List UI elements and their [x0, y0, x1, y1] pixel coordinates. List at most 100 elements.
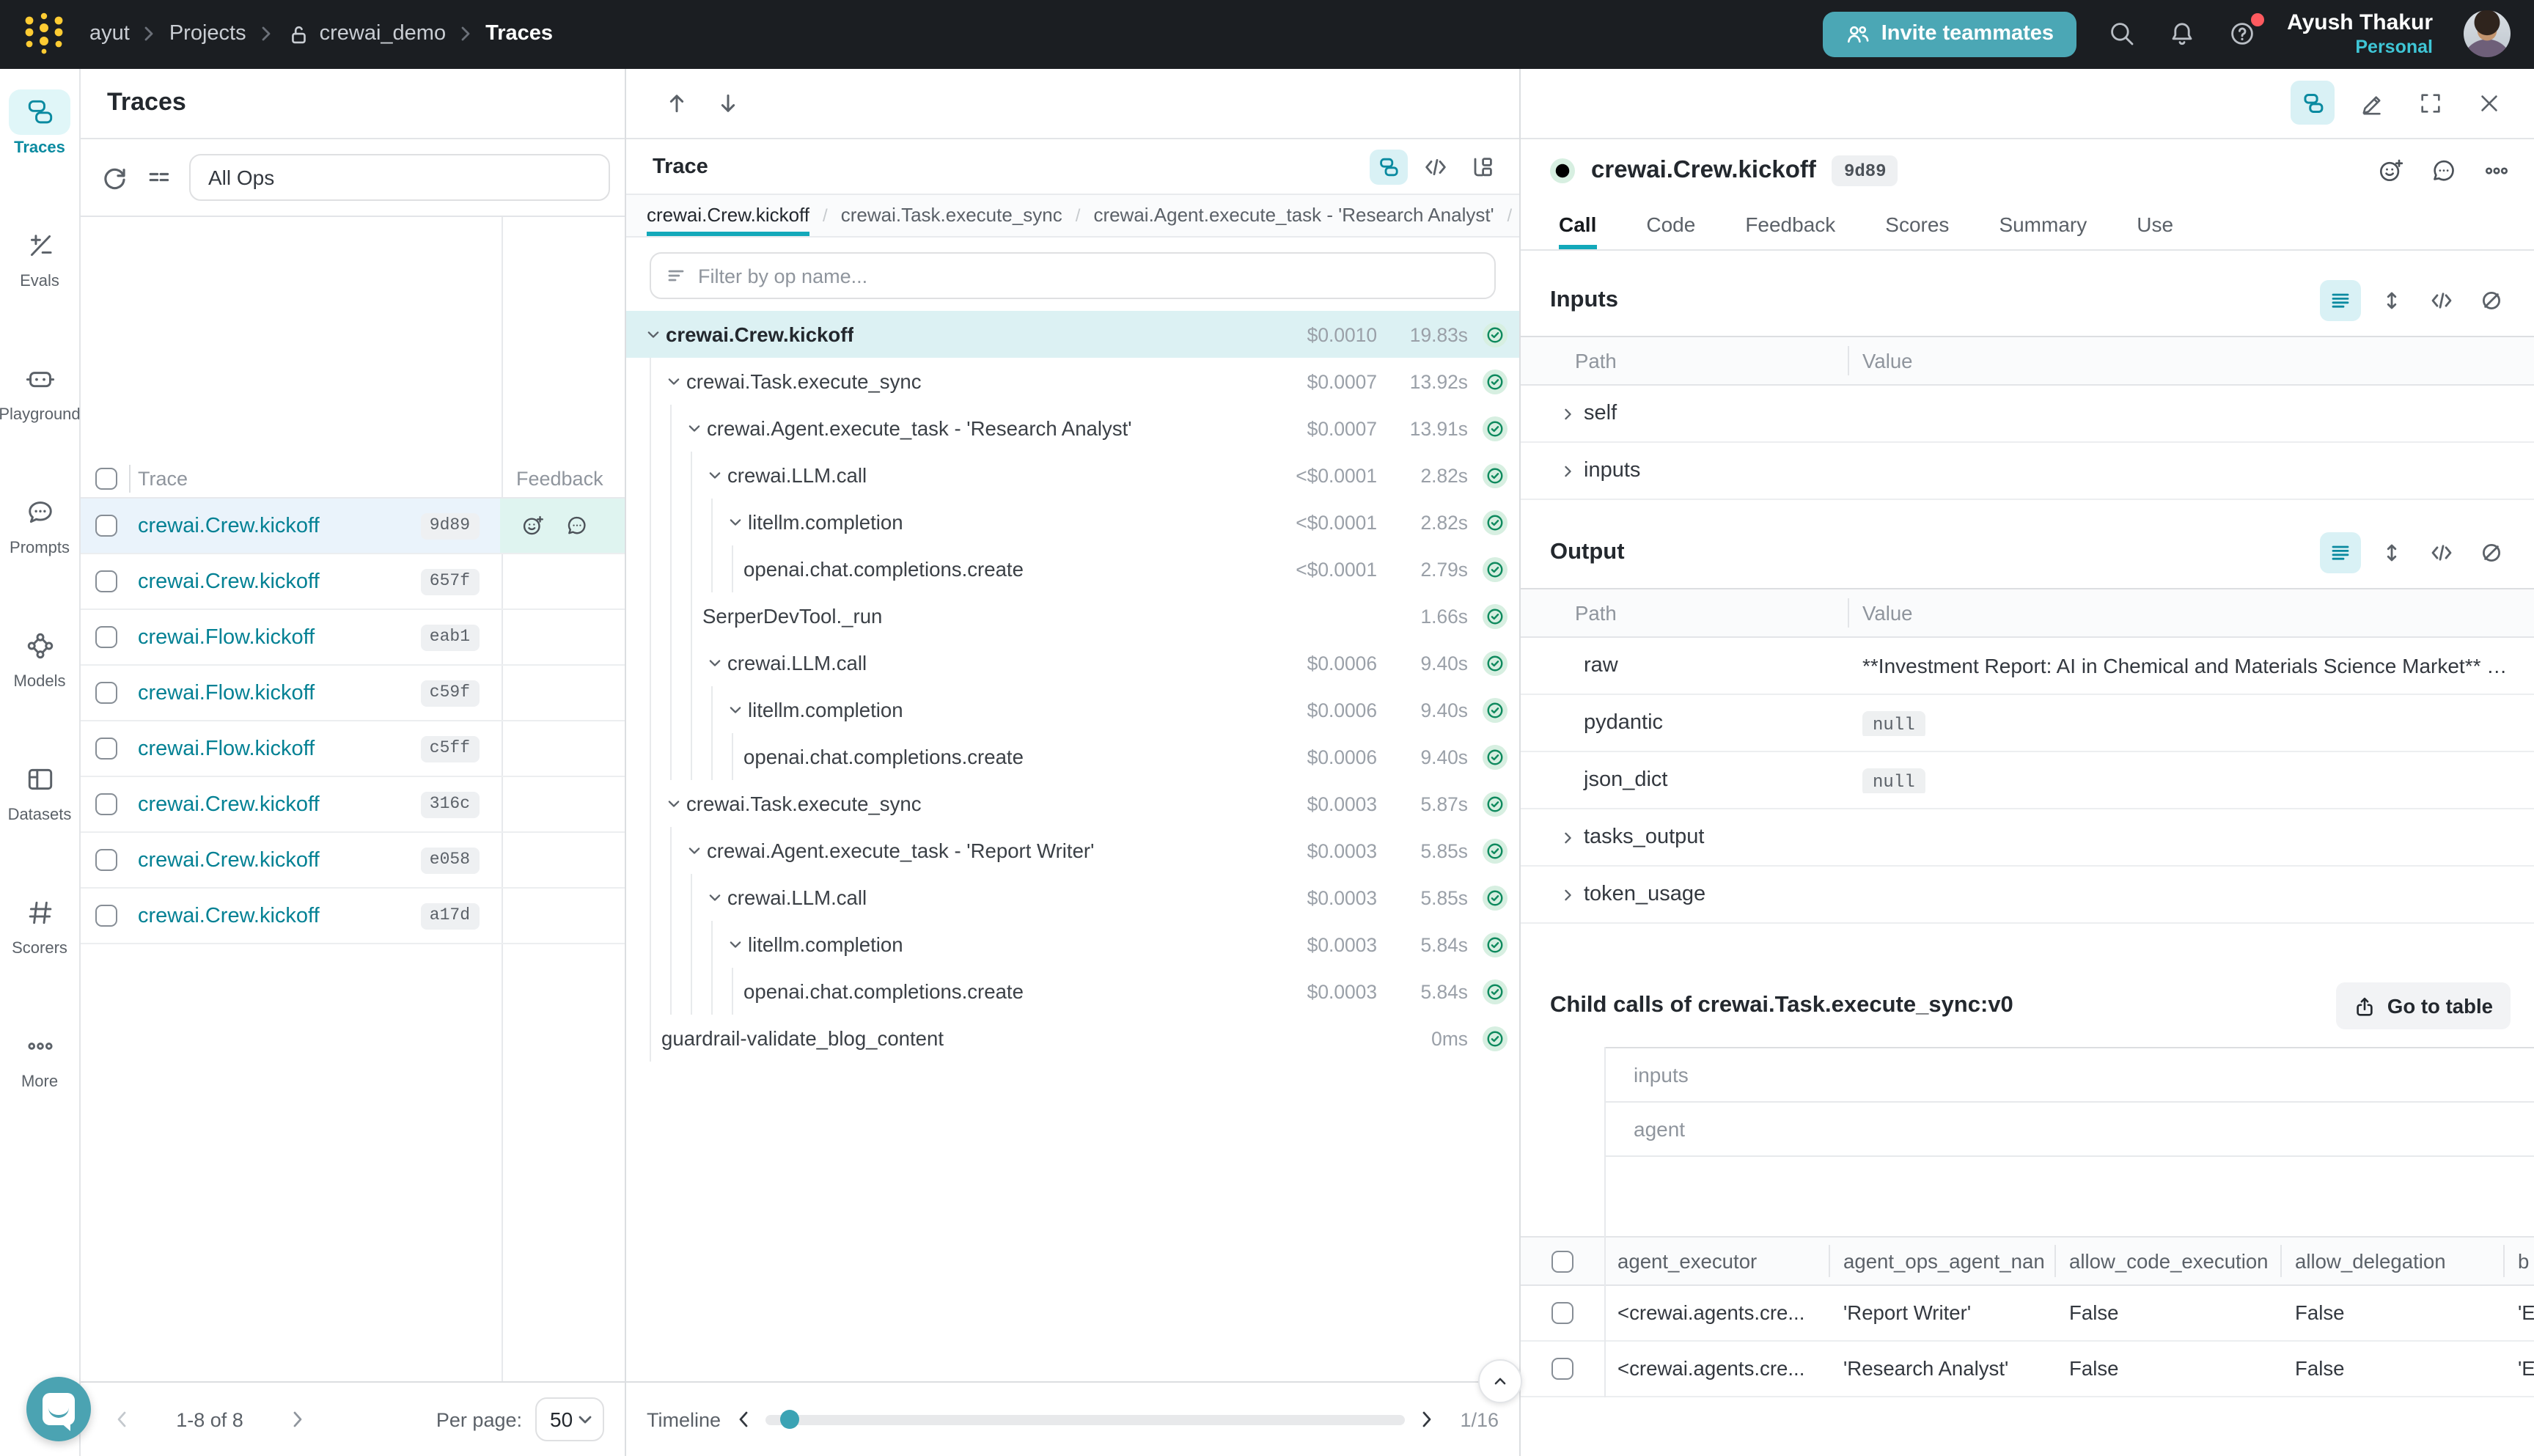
comment-icon[interactable]	[2430, 157, 2458, 185]
tree-view-icon[interactable]	[1370, 149, 1408, 184]
next-call-arrow-icon[interactable]	[716, 91, 741, 116]
kv-row[interactable]: tasks_output	[1521, 809, 2534, 867]
table-row[interactable]: crewai.Crew.kickoffe058	[81, 833, 625, 889]
kv-row[interactable]: raw**Investment Report: AI in Chemical a…	[1521, 638, 2534, 695]
chevron-down-icon[interactable]	[702, 653, 727, 672]
chevron-down-icon[interactable]	[702, 888, 727, 907]
collapse-panel-button[interactable]	[1478, 1359, 1522, 1403]
manage-columns-icon[interactable]	[145, 164, 172, 191]
help-icon[interactable]	[2227, 20, 2256, 49]
timeline-slider-thumb[interactable]	[779, 1410, 798, 1429]
breadcrumb-projects[interactable]: Projects	[169, 23, 246, 46]
tab-feedback[interactable]: Feedback	[1745, 202, 1835, 249]
search-icon[interactable]	[2107, 20, 2136, 49]
call-tree-row[interactable]: crewai.Task.execute_sync$0.000713.92s	[626, 358, 1519, 405]
ops-filter-select[interactable]: All Ops	[189, 154, 610, 201]
select-all-checkbox[interactable]	[1551, 1250, 1573, 1272]
chevron-right-icon[interactable]	[1551, 461, 1584, 480]
support-chat-button[interactable]	[26, 1377, 91, 1441]
hide-values-icon[interactable]	[2472, 535, 2511, 570]
select-all-checkbox[interactable]	[95, 468, 117, 490]
trace-tab[interactable]: crewai.Crew.kickoff	[647, 195, 809, 236]
trace-name-link[interactable]: crewai.Crew.kickoff	[138, 793, 320, 816]
call-tree-row[interactable]: openai.chat.completions.create<$0.00012.…	[626, 545, 1519, 592]
row-checkbox[interactable]	[95, 905, 117, 927]
call-tree-row[interactable]: crewai.Agent.execute_task - 'Research An…	[626, 405, 1519, 452]
kv-row[interactable]: json_dictnull	[1521, 752, 2534, 809]
tab-code[interactable]: Code	[1646, 202, 1695, 249]
hide-values-icon[interactable]	[2472, 283, 2511, 318]
breadcrumb-project[interactable]: crewai_demo	[320, 23, 447, 46]
op-filter-input[interactable]	[698, 265, 1480, 287]
flame-graph-icon[interactable]	[1464, 149, 1502, 184]
table-row[interactable]: <crewai.agents.cre...'Report Writer'Fals…	[1521, 1286, 2534, 1342]
call-id-badge[interactable]: 9d89	[1832, 155, 1898, 186]
chevron-down-icon[interactable]	[702, 466, 727, 485]
table-row[interactable]: crewai.Crew.kickoff9d89	[81, 499, 625, 554]
kv-row[interactable]: token_usage	[1521, 867, 2534, 924]
call-tree-row[interactable]: crewai.LLM.call$0.00035.85s	[626, 874, 1519, 921]
call-tree-row[interactable]: crewai.Crew.kickoff$0.001019.83s	[626, 311, 1519, 358]
sidebar-item-evals[interactable]: Evals	[0, 222, 80, 356]
call-tree-row[interactable]: openai.chat.completions.create$0.00035.8…	[626, 968, 1519, 1015]
table-row[interactable]: crewai.Crew.kickoff657f	[81, 554, 625, 610]
code-view-icon[interactable]	[1417, 149, 1455, 184]
row-checkbox[interactable]	[95, 849, 117, 871]
chevron-down-icon[interactable]	[682, 841, 707, 860]
table-row[interactable]: crewai.Flow.kickoffc5ff	[81, 721, 625, 777]
comment-icon[interactable]	[564, 513, 589, 538]
call-tree-row[interactable]: crewai.Agent.execute_task - 'Report Writ…	[626, 827, 1519, 874]
chevron-down-icon[interactable]	[682, 419, 707, 438]
refresh-icon[interactable]	[101, 164, 128, 191]
row-checkbox[interactable]	[1551, 1358, 1573, 1380]
tab-call[interactable]: Call	[1559, 202, 1596, 249]
notifications-bell-icon[interactable]	[2167, 20, 2196, 49]
chevron-down-icon[interactable]	[723, 512, 748, 532]
overflow-menu-icon[interactable]	[2483, 157, 2511, 185]
chevron-right-icon[interactable]	[1551, 404, 1584, 423]
kv-row[interactable]: inputs	[1521, 443, 2534, 500]
kv-row[interactable]: self	[1521, 386, 2534, 443]
sidebar-item-traces[interactable]: Traces	[0, 89, 80, 222]
trace-name-link[interactable]: crewai.Crew.kickoff	[138, 848, 320, 872]
trace-name-link[interactable]: crewai.Crew.kickoff	[138, 514, 320, 537]
breadcrumb-team[interactable]: ayut	[89, 23, 130, 46]
sidebar-item-datasets[interactable]: Datasets	[0, 756, 80, 889]
prev-call-arrow-icon[interactable]	[664, 91, 689, 116]
expand-rows-icon[interactable]	[2373, 535, 2411, 570]
timeline-prev-icon[interactable]	[735, 1409, 750, 1430]
kv-row[interactable]: pydanticnull	[1521, 695, 2534, 752]
sidebar-item-prompts[interactable]: Prompts	[0, 489, 80, 622]
row-checkbox[interactable]	[95, 738, 117, 760]
tab-summary[interactable]: Summary	[1999, 202, 2087, 249]
trace-name-link[interactable]: crewai.Flow.kickoff	[138, 737, 315, 760]
call-tree-row[interactable]: SerperDevTool._run1.66s	[626, 592, 1519, 639]
chevron-down-icon[interactable]	[641, 325, 666, 344]
table-row[interactable]: crewai.Crew.kickoffa17d	[81, 889, 625, 944]
sidebar-item-more[interactable]: More	[0, 1023, 80, 1156]
table-row[interactable]: <crewai.agents.cre...'Research Analyst'F…	[1521, 1342, 2534, 1397]
call-tree-row[interactable]: crewai.LLM.call$0.00069.40s	[626, 639, 1519, 686]
prev-page-icon[interactable]	[101, 1409, 142, 1430]
table-row[interactable]: crewai.Flow.kickoffc59f	[81, 666, 625, 721]
table-row[interactable]: crewai.Crew.kickoff316c	[81, 777, 625, 833]
call-tree-row[interactable]: litellm.completion$0.00069.40s	[626, 686, 1519, 733]
next-page-icon[interactable]	[277, 1409, 318, 1430]
chevron-right-icon[interactable]	[1551, 828, 1584, 847]
tab-scores[interactable]: Scores	[1885, 202, 1949, 249]
avatar[interactable]	[2464, 11, 2511, 58]
timeline-next-icon[interactable]	[1420, 1409, 1434, 1430]
row-checkbox[interactable]	[95, 515, 117, 537]
per-page-select[interactable]: 50	[535, 1397, 604, 1441]
trace-name-link[interactable]: crewai.Flow.kickoff	[138, 625, 315, 649]
table-row[interactable]: crewai.Flow.kickoffeab1	[81, 610, 625, 666]
invite-teammates-button[interactable]: Invite teammates	[1823, 12, 2076, 57]
user-menu[interactable]: Ayush Thakur Personal	[2287, 11, 2433, 57]
close-icon[interactable]	[2467, 81, 2511, 125]
call-tree-row[interactable]: litellm.completion$0.00035.84s	[626, 921, 1519, 968]
sidebar-item-models[interactable]: Models	[0, 622, 80, 756]
call-tree-row[interactable]: litellm.completion<$0.00012.82s	[626, 499, 1519, 545]
timeline-slider[interactable]	[765, 1414, 1405, 1424]
edit-pencil-icon[interactable]	[2349, 81, 2393, 125]
sidebar-item-scorers[interactable]: Scorers	[0, 889, 80, 1023]
